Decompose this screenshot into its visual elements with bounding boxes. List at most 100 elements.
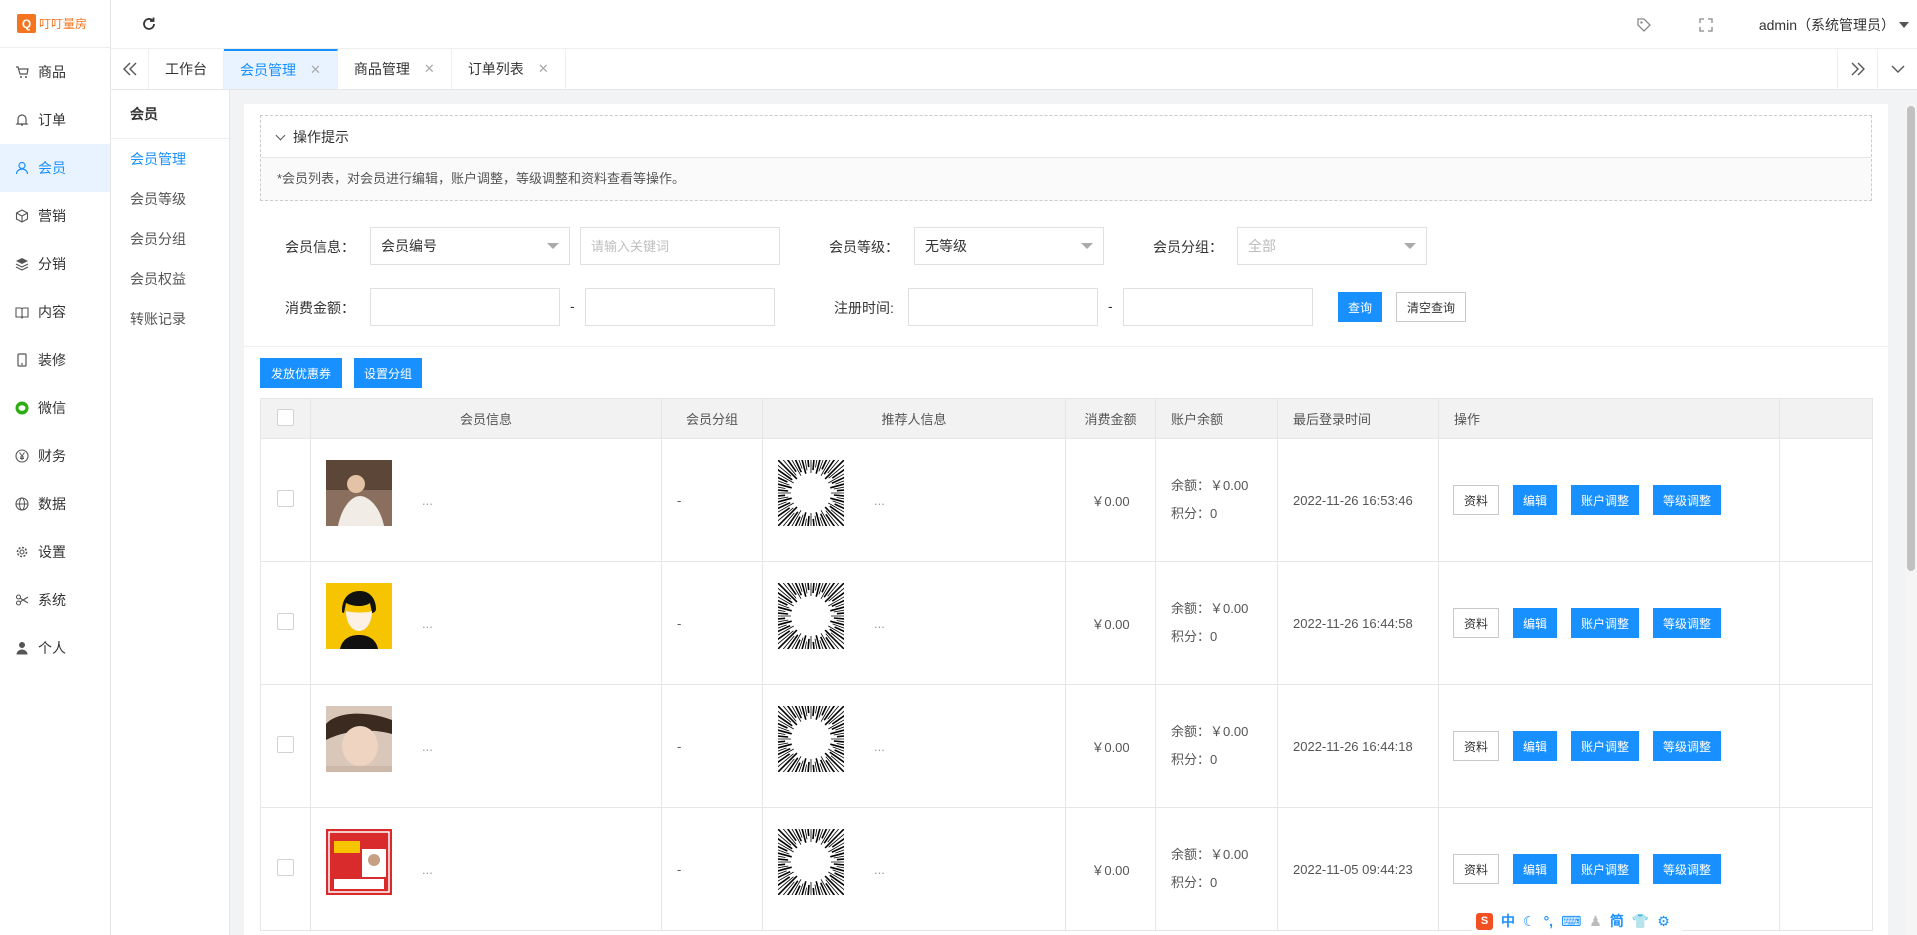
book-icon <box>15 305 29 319</box>
level-adjust-button[interactable]: 等级调整 <box>1653 731 1722 761</box>
edit-button[interactable]: 编辑 <box>1513 608 1558 638</box>
sidebar-item-1[interactable]: 订单 <box>0 96 110 144</box>
member-level-select[interactable]: 无等级 <box>914 227 1104 265</box>
tab-1[interactable]: 会员管理 ✕ <box>224 49 338 89</box>
submenu-item-member-rights[interactable]: 会员权益 <box>111 259 229 299</box>
sidebar-item-3[interactable]: 营销 <box>0 192 110 240</box>
sidebar-item-2[interactable]: 会员 <box>0 144 110 192</box>
keyboard-icon[interactable]: ⌨ <box>1561 913 1581 930</box>
amount-min-input[interactable] <box>370 288 560 326</box>
sidebar-item-10[interactable]: 设置 <box>0 528 110 576</box>
row-checkbox[interactable] <box>277 490 294 507</box>
punctuation-icon[interactable]: °, <box>1544 913 1554 929</box>
tab-3[interactable]: 订单列表 ✕ <box>452 49 566 89</box>
sidebar-item-6[interactable]: 装修 <box>0 336 110 384</box>
submenu-item-member-level[interactable]: 会员等级 <box>111 179 229 219</box>
moon-icon[interactable]: ☾ <box>1523 913 1536 930</box>
member-avatar[interactable] <box>326 583 406 663</box>
set-group-button[interactable]: 设置分组 <box>354 358 422 388</box>
info-button[interactable]: 资料 <box>1453 608 1500 638</box>
row-checkbox[interactable] <box>277 736 294 753</box>
operations-cell: 资料 编辑 账户调整 等级调整 <box>1438 561 1780 685</box>
select-all-checkbox[interactable] <box>277 408 294 426</box>
edit-button[interactable]: 编辑 <box>1513 485 1558 515</box>
tabs-menu-icon[interactable] <box>1877 49 1917 89</box>
issue-coupon-button[interactable]: 发放优惠券 <box>260 358 342 388</box>
vertical-scrollbar[interactable] <box>1905 104 1917 935</box>
sidebar-item-8[interactable]: 财务 <box>0 432 110 480</box>
referrer-avatar[interactable] <box>764 692 858 786</box>
clear-search-button[interactable]: 清空查询 <box>1396 292 1466 322</box>
level-adjust-button[interactable]: 等级调整 <box>1653 608 1722 638</box>
close-icon[interactable]: ✕ <box>424 61 435 77</box>
gear-icon[interactable]: ⚙ <box>1657 913 1670 930</box>
account-adjust-button[interactable]: 账户调整 <box>1571 854 1640 884</box>
ime-mode[interactable]: 简 <box>1610 911 1624 931</box>
info-button[interactable]: 资料 <box>1453 731 1500 761</box>
user-menu[interactable]: admin（系统管理员） <box>1759 15 1895 35</box>
ime-logo-icon[interactable]: S <box>1476 912 1493 930</box>
edit-button[interactable]: 编辑 <box>1513 854 1558 884</box>
tab-2[interactable]: 商品管理 ✕ <box>338 49 452 89</box>
row-checkbox[interactable] <box>277 859 294 876</box>
header-operations: 操作 <box>1438 398 1780 439</box>
submenu-item-member-manage[interactable]: 会员管理 <box>111 139 229 179</box>
tabs-scroll-left-icon[interactable] <box>111 49 149 89</box>
user-icon[interactable]: ♟ <box>1589 913 1602 930</box>
member-group-select[interactable]: 全部 <box>1237 227 1427 265</box>
tag-icon[interactable] <box>1635 16 1653 34</box>
header-member-group[interactable]: 会员分组 <box>661 398 763 439</box>
member-info-select[interactable]: 会员编号 <box>370 227 570 265</box>
level-adjust-button[interactable]: 等级调整 <box>1653 485 1722 515</box>
row-checkbox[interactable] <box>277 613 294 630</box>
tabs-scroll-right-icon[interactable] <box>1837 49 1877 89</box>
sidebar-item-11[interactable]: 系统 <box>0 576 110 624</box>
header-member-info[interactable]: 会员信息 <box>310 398 662 439</box>
table-body: ... -... ￥0.00 余额：￥0.00 积分：0 2022-11-26 16:53… <box>260 438 1873 931</box>
tips-header[interactable]: 操作提示 <box>261 116 1871 158</box>
tabs-bar: 工作台 会员管理 ✕ 商品管理 ✕ 订单列表 ✕ <box>111 49 1917 90</box>
fullscreen-icon[interactable] <box>1697 16 1715 34</box>
row-select-cell <box>260 561 311 685</box>
header-balance[interactable]: 账户余额 <box>1155 398 1278 439</box>
scrollbar-thumb[interactable] <box>1907 106 1915 571</box>
register-end-input[interactable] <box>1123 288 1313 326</box>
header-referrer[interactable]: 推荐人信息 <box>762 398 1066 439</box>
register-start-input[interactable] <box>908 288 1098 326</box>
shirt-icon[interactable]: 👕 <box>1632 913 1649 930</box>
submenu-item-transfer-log[interactable]: 转账记录 <box>111 299 229 339</box>
account-adjust-button[interactable]: 账户调整 <box>1571 608 1640 638</box>
member-avatar[interactable] <box>326 706 406 786</box>
sidebar-item-9[interactable]: 数据 <box>0 480 110 528</box>
close-icon[interactable]: ✕ <box>538 61 549 77</box>
level-adjust-button[interactable]: 等级调整 <box>1653 854 1722 884</box>
referrer-avatar[interactable] <box>764 569 858 663</box>
close-icon[interactable]: ✕ <box>310 62 321 78</box>
account-adjust-button[interactable]: 账户调整 <box>1571 485 1640 515</box>
info-button[interactable]: 资料 <box>1453 485 1500 515</box>
logo[interactable]: Q 叮叮量房 <box>0 0 110 48</box>
sidebar-item-4[interactable]: 分销 <box>0 240 110 288</box>
chevron-down-icon[interactable] <box>1899 21 1909 28</box>
referrer-avatar[interactable] <box>764 815 858 909</box>
submenu-item-member-group[interactable]: 会员分组 <box>111 219 229 259</box>
scissors-icon <box>15 593 29 607</box>
info-button[interactable]: 资料 <box>1453 854 1500 884</box>
header-last-login[interactable]: 最后登录时间 <box>1277 398 1439 439</box>
referrer-avatar[interactable] <box>764 446 858 540</box>
keyword-input[interactable] <box>580 227 780 265</box>
sidebar-item-5[interactable]: 内容 <box>0 288 110 336</box>
amount-max-input[interactable] <box>585 288 775 326</box>
member-avatar[interactable] <box>326 460 406 540</box>
account-adjust-button[interactable]: 账户调整 <box>1571 731 1640 761</box>
sidebar-item-0[interactable]: 商品 <box>0 48 110 96</box>
sidebar-item-7[interactable]: 微信 <box>0 384 110 432</box>
sidebar-item-12[interactable]: 个人 <box>0 624 110 672</box>
refresh-icon[interactable] <box>140 15 158 33</box>
ime-lang[interactable]: 中 <box>1501 911 1515 931</box>
edit-button[interactable]: 编辑 <box>1513 731 1558 761</box>
search-button[interactable]: 查询 <box>1338 292 1382 322</box>
member-avatar[interactable] <box>326 829 406 909</box>
tab-0[interactable]: 工作台 <box>149 49 224 89</box>
header-amount[interactable]: 消费金额 <box>1065 398 1156 439</box>
